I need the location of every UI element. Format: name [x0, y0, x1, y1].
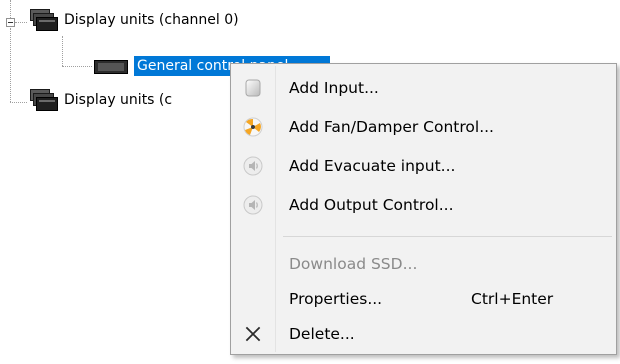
menu-item-add-output-control[interactable]: Add Output Control...: [233, 188, 614, 222]
menu-item-delete[interactable]: Delete...: [233, 317, 614, 351]
menu-item-label: Add Evacuate input...: [289, 157, 456, 175]
menu-separator: [283, 236, 612, 237]
display-stack-icon: [28, 89, 58, 111]
delete-x-icon: [233, 317, 273, 351]
menu-item-download-ssd[interactable]: Download SSD...: [233, 247, 614, 281]
menu-icon-placeholder: [233, 282, 273, 316]
menu-item-add-input[interactable]: Add Input...: [233, 71, 614, 105]
tree-connector-line: [10, 28, 11, 102]
input-icon: [233, 71, 273, 105]
menu-item-properties[interactable]: Properties... Ctrl+Enter: [233, 282, 614, 316]
application-window: Display units (channel 0) General contro…: [0, 0, 620, 364]
speaker-icon: [233, 188, 273, 222]
context-menu: Add Input... Add Fan/Damper Control... A…: [230, 63, 617, 355]
menu-item-label: Add Output Control...: [289, 196, 454, 214]
menu-item-label: Properties...: [289, 290, 383, 308]
menu-icon-placeholder: [233, 247, 273, 281]
control-panel-icon: [94, 60, 128, 74]
menu-item-label: Download SSD...: [289, 255, 418, 273]
tree-node-display-units[interactable]: Display units (c: [28, 89, 175, 111]
menu-item-add-evacuate-input[interactable]: Add Evacuate input...: [233, 149, 614, 183]
menu-item-add-fan-damper-control[interactable]: Add Fan/Damper Control...: [233, 110, 614, 144]
display-stack-icon: [28, 9, 58, 31]
speaker-icon: [233, 149, 273, 183]
menu-item-label: Add Input...: [289, 79, 379, 97]
tree-connector-line: [15, 22, 27, 23]
menu-item-label: Add Fan/Damper Control...: [289, 118, 494, 136]
tree-node-display-units-channel-0[interactable]: Display units (channel 0): [28, 9, 242, 31]
menu-item-label: Delete...: [289, 325, 355, 343]
tree-connector-line: [62, 66, 92, 67]
tree-node-label: Display units (channel 0): [64, 12, 239, 28]
tree-connector-line: [10, 102, 27, 103]
tree-connector-line: [62, 36, 63, 66]
tree-node-label: Display units (c: [64, 92, 173, 108]
tree-connector-line: [10, 0, 11, 18]
fan-icon: [233, 110, 273, 144]
menu-item-shortcut: Ctrl+Enter: [471, 290, 554, 308]
collapse-toggle-icon[interactable]: [6, 18, 15, 27]
